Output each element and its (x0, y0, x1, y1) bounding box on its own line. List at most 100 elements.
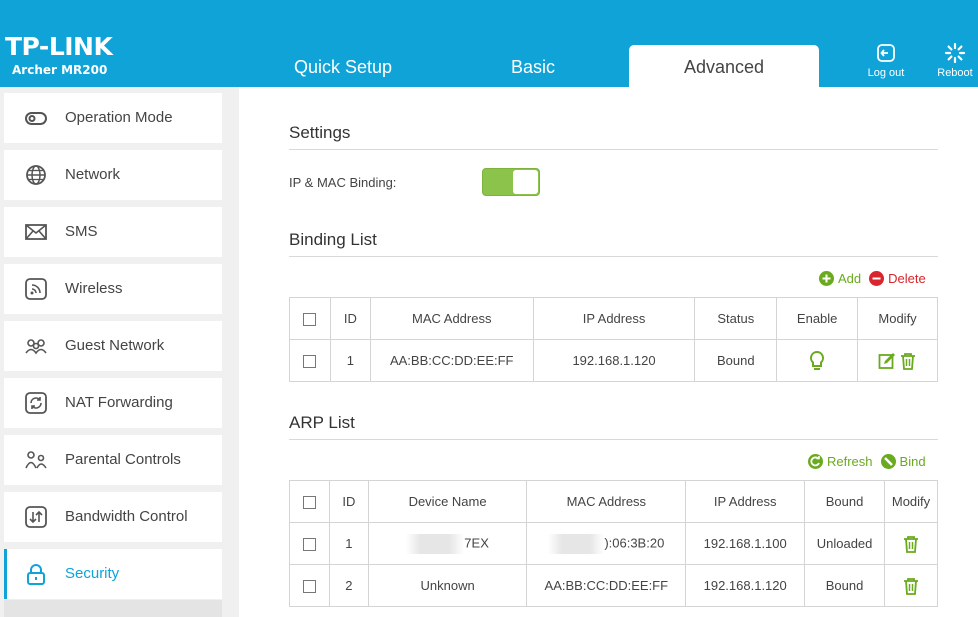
column-header: Modify (857, 297, 938, 340)
plus-circle-icon (819, 271, 834, 286)
sidebar-item-label: Network (65, 166, 121, 183)
trash-icon[interactable] (902, 577, 920, 595)
table-header-row: ID MAC Address IP Address Status Enable … (289, 297, 938, 340)
tab-basic[interactable]: Basic (441, 45, 625, 87)
edit-icon[interactable] (878, 352, 896, 370)
arp-list-actions: Refresh Bind (808, 454, 926, 469)
table-row: 1 7EX ):06:3B:20 192.168.1.100 Unloaded (289, 522, 938, 565)
brand-logo: TP-LINK (5, 32, 113, 61)
binding-list-title: Binding List (289, 230, 377, 249)
column-header: IP Address (685, 480, 806, 523)
model-name: Archer MR200 (12, 63, 108, 77)
logout-label: Log out (867, 67, 905, 79)
table-row: 2 Unknown AA:BB:CC:DD:EE:FF 192.168.1.12… (289, 564, 938, 607)
guest-network-icon (25, 339, 47, 355)
add-label: Add (838, 271, 862, 286)
lightbulb-icon[interactable] (809, 350, 825, 372)
add-button[interactable]: Add (819, 271, 861, 286)
mac-text: ):06:3B:20 (604, 534, 665, 550)
operation-mode-icon (25, 112, 47, 125)
reboot-button[interactable]: Reboot (930, 42, 978, 79)
sidebar-item-bandwidth-control[interactable]: Bandwidth Control (4, 492, 222, 542)
sidebar-item-guest-network[interactable]: Guest Network (4, 321, 222, 371)
bandwidth-control-icon (25, 506, 47, 528)
status-cell: Bound (694, 339, 778, 382)
column-header: MAC Address (369, 297, 534, 340)
logout-icon (877, 44, 895, 62)
settings-title: Settings (289, 123, 351, 142)
column-header: IP Address (532, 297, 696, 340)
column-header: Status (694, 297, 778, 340)
bound-cell: Bound (804, 564, 886, 607)
parental-controls-icon (25, 451, 47, 469)
wireless-icon (25, 278, 47, 300)
sidebar-item-security[interactable]: Security (4, 549, 222, 599)
row-checkbox[interactable] (302, 538, 316, 552)
column-header: MAC Address (526, 480, 687, 523)
sidebar-item-wireless[interactable]: Wireless (4, 264, 222, 314)
table-header-row: ID Device Name MAC Address IP Address Bo… (289, 480, 938, 523)
arp-list-title: ARP List (289, 413, 355, 432)
delete-label: Delete (888, 271, 926, 286)
redacted-blur (406, 533, 465, 554)
divider (289, 256, 938, 257)
bound-cell: Unloaded (804, 522, 886, 565)
select-all-cell (289, 297, 331, 340)
enable-cell (776, 339, 859, 382)
sidebar: Operation Mode Network SMS Wireless Gues… (0, 87, 239, 617)
mac-cell: AA:BB:CC:DD:EE:FF (369, 339, 534, 382)
row-checkbox[interactable] (303, 355, 317, 369)
sidebar-item-label: Bandwidth Control (65, 508, 188, 525)
sidebar-item-partial[interactable] (4, 600, 222, 617)
sidebar-item-parental-controls[interactable]: Parental Controls (4, 435, 222, 485)
bind-icon (880, 454, 896, 469)
redacted-blur (548, 533, 605, 554)
column-header: Bound (804, 480, 886, 523)
ip-mac-binding-toggle[interactable] (482, 168, 540, 196)
tab-advanced[interactable]: Advanced (629, 45, 819, 87)
column-header: Modify (884, 480, 938, 523)
reboot-label: Reboot (937, 67, 973, 79)
lock-icon (27, 564, 45, 585)
globe-icon (26, 165, 46, 185)
ip-mac-binding-label: IP & MAC Binding: (289, 175, 397, 190)
arp-list-table: ID Device Name MAC Address IP Address Bo… (289, 480, 938, 607)
sidebar-item-nat-forwarding[interactable]: NAT Forwarding (4, 378, 222, 428)
sidebar-item-label: Guest Network (65, 337, 165, 354)
sidebar-item-label: SMS (65, 223, 98, 240)
modify-cell (884, 522, 938, 565)
bind-label: Bind (899, 454, 926, 469)
table-row: 1 AA:BB:CC:DD:EE:FF 192.168.1.120 Bound (289, 339, 938, 382)
modify-cell (857, 339, 938, 382)
tab-quick-setup[interactable]: Quick Setup (251, 45, 435, 87)
device-name-text: 7EX (464, 534, 489, 550)
logout-button[interactable]: Log out (861, 42, 911, 79)
column-header: ID (328, 480, 369, 523)
select-cell (289, 564, 330, 607)
select-cell (289, 339, 331, 382)
delete-button[interactable]: Delete (869, 271, 926, 286)
refresh-label: Refresh (827, 454, 873, 469)
column-header: ID (329, 297, 371, 340)
row-checkbox[interactable] (302, 580, 316, 594)
sidebar-item-label: NAT Forwarding (65, 394, 173, 411)
bind-button[interactable]: Bind (880, 454, 926, 469)
sidebar-item-sms[interactable]: SMS (4, 207, 222, 257)
select-all-checkbox[interactable] (303, 313, 317, 327)
sidebar-item-operation-mode[interactable]: Operation Mode (4, 93, 222, 143)
refresh-button[interactable]: Refresh (808, 454, 873, 469)
id-cell: 1 (329, 339, 371, 382)
trash-icon[interactable] (902, 535, 920, 553)
refresh-icon (808, 454, 823, 469)
divider (289, 439, 938, 440)
select-all-checkbox[interactable] (302, 496, 316, 510)
column-header: Device Name (367, 480, 528, 523)
sidebar-item-network[interactable]: Network (4, 150, 222, 200)
nat-forwarding-icon (25, 392, 47, 414)
toggle-knob (513, 170, 538, 194)
trash-icon[interactable] (899, 352, 917, 370)
binding-list-actions: Add Delete (819, 271, 926, 286)
device-name-cell: Unknown (367, 564, 528, 607)
divider (289, 149, 938, 150)
minus-circle-icon (869, 271, 885, 286)
